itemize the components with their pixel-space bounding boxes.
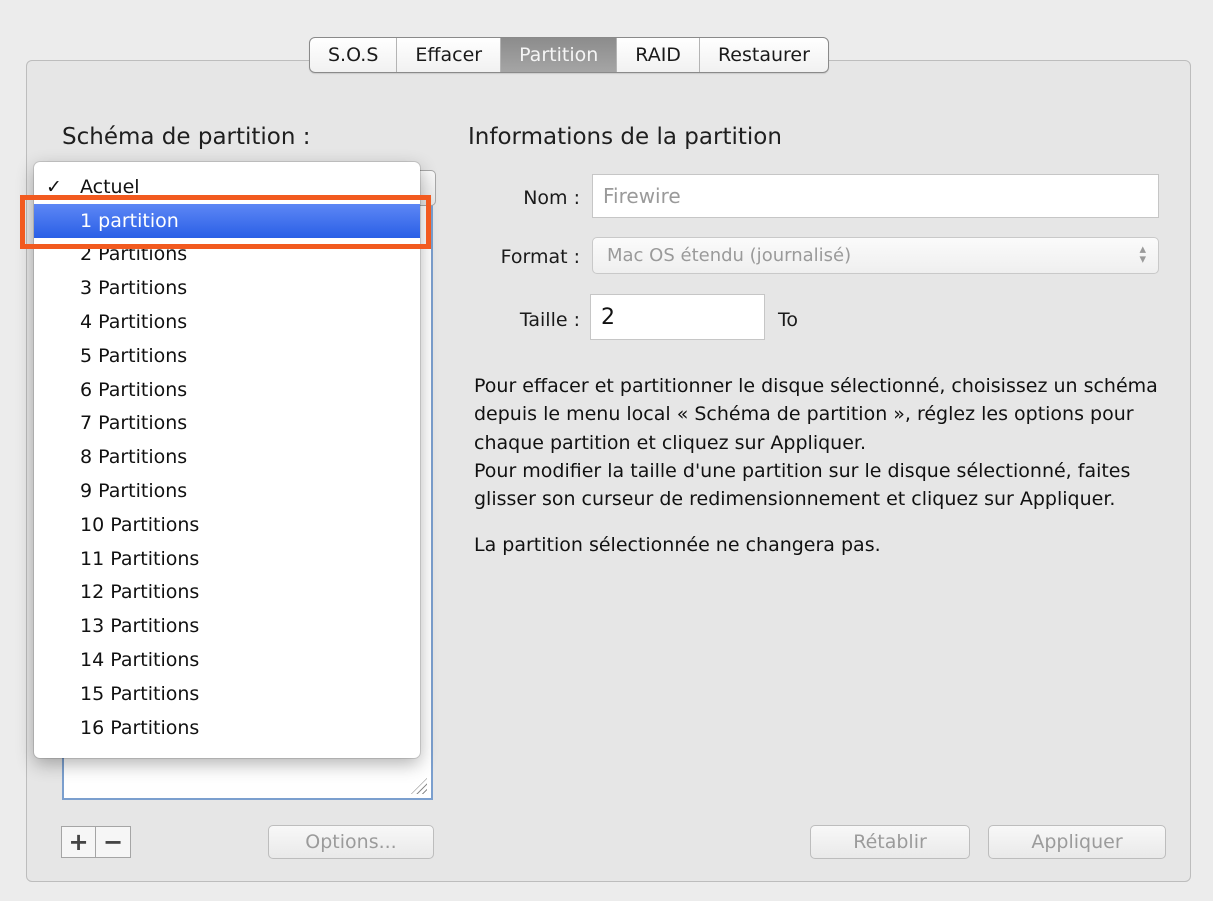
menu-item-13-partitions[interactable]: 13 Partitions [34,609,420,643]
menu-item-1-partition[interactable]: 1 partition [34,203,420,238]
options-button[interactable]: Options... [268,825,434,859]
tab-sos[interactable]: S.O.S [310,38,398,72]
menu-item-14-partitions[interactable]: 14 Partitions [34,643,420,677]
size-field[interactable]: 2 [590,294,765,340]
revert-button[interactable]: Rétablir [810,825,970,859]
segmented-tabs: S.O.S Effacer Partition RAID Restaurer [309,37,829,73]
menu-item-label: Actuel [80,175,140,198]
menu-item-12-partitions[interactable]: 12 Partitions [34,576,420,610]
menu-item-4-partitions[interactable]: 4 Partitions [34,305,420,339]
tab-raid[interactable]: RAID [617,38,700,72]
add-partition-button[interactable]: + [62,827,96,857]
menu-item-current[interactable]: ✓ Actuel [34,170,420,204]
menu-item-7-partitions[interactable]: 7 Partitions [34,407,420,441]
menu-item-6-partitions[interactable]: 6 Partitions [34,373,420,407]
add-remove-buttons: + − [61,826,131,858]
name-label: Nom : [523,187,580,209]
menu-item-15-partitions[interactable]: 15 Partitions [34,677,420,711]
menu-item-2-partitions[interactable]: 2 Partitions [34,238,420,272]
menu-item-16-partitions[interactable]: 16 Partitions [34,711,420,745]
tab-partition[interactable]: Partition [501,38,618,72]
remove-partition-button[interactable]: − [96,827,130,857]
instructions-paragraph-3: La partition sélectionnée ne changera pa… [474,534,881,557]
menu-item-9-partitions[interactable]: 9 Partitions [34,474,420,508]
format-value: Mac OS étendu (journalisé) [607,245,852,266]
menu-item-10-partitions[interactable]: 10 Partitions [34,508,420,542]
instructions-paragraph-2: Pour modifier la taille d'une partition … [474,459,1131,511]
menu-item-3-partitions[interactable]: 3 Partitions [34,271,420,305]
checkmark-icon: ✓ [46,175,62,198]
tab-restore[interactable]: Restaurer [700,38,828,72]
format-select[interactable]: Mac OS étendu (journalisé) ▴ ▾ [592,237,1159,274]
resize-grip-icon[interactable] [411,778,427,794]
partition-scheme-menu: ✓ Actuel 1 partition 2 Partitions 3 Part… [34,162,420,758]
format-label: Format : [500,246,580,268]
partition-scheme-heading: Schéma de partition : [62,124,311,150]
size-unit: To [778,309,799,331]
updown-arrows-icon: ▴ ▾ [1139,242,1146,267]
name-field[interactable]: Firewire [592,174,1159,218]
tab-erase[interactable]: Effacer [397,38,502,72]
menu-item-11-partitions[interactable]: 11 Partitions [34,542,420,576]
instructions-paragraph-1: Pour effacer et partitionner le disque s… [474,375,1158,454]
apply-button[interactable]: Appliquer [988,825,1166,859]
partition-instructions: Pour effacer et partitionner le disque s… [474,372,1174,560]
menu-item-8-partitions[interactable]: 8 Partitions [34,440,420,474]
menu-item-5-partitions[interactable]: 5 Partitions [34,339,420,373]
partition-info-heading: Informations de la partition [468,124,782,150]
size-label: Taille : [519,309,580,331]
